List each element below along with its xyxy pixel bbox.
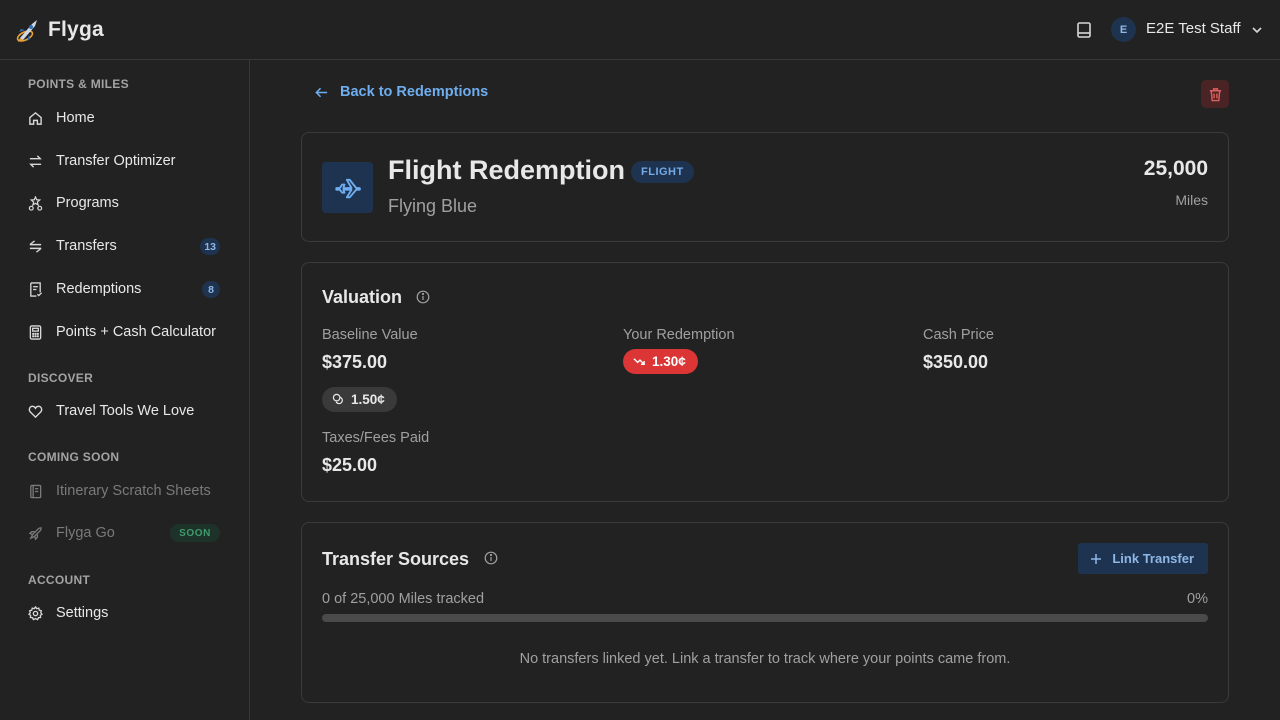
- coins-icon: [332, 393, 343, 405]
- sidebar-item-label: Home: [56, 110, 95, 126]
- baseline-value-label: Baseline Value: [322, 327, 418, 343]
- sidebar-item-label: Programs: [56, 195, 119, 211]
- transfer-sources-card: Transfer Sources Link Transfer 0 of 25,0…: [301, 522, 1229, 703]
- section-label-account: ACCOUNT: [28, 573, 91, 587]
- your-redemption-label: Your Redemption: [623, 327, 735, 343]
- receipt-icon: [30, 281, 43, 297]
- sidebar-item-label: Travel Tools We Love: [56, 403, 195, 419]
- redemption-title: Flight Redemption: [388, 155, 625, 185]
- heart-icon: [28, 405, 43, 418]
- book-icon[interactable]: [1075, 21, 1093, 39]
- plane-icon-box: [322, 162, 373, 213]
- section-label-discover: DISCOVER: [28, 371, 94, 385]
- sidebar-item-label: Redemptions: [56, 281, 142, 297]
- sidebar-item-home[interactable]: Home: [28, 103, 222, 133]
- sidebar-item-flyga-go: Flyga Go SOON: [28, 518, 222, 548]
- gear-icon: [28, 605, 43, 620]
- cash-price-label: Cash Price: [923, 327, 994, 343]
- trending-down-icon: [633, 358, 645, 365]
- notebook-icon: [30, 484, 42, 498]
- cash-price-value: $350.00: [923, 352, 989, 372]
- stars-icon: [28, 195, 43, 211]
- plus-icon: [1091, 553, 1102, 564]
- your-redemption-cpp: 1.30¢: [652, 354, 686, 369]
- sidebar-item-settings[interactable]: Settings: [28, 598, 222, 628]
- sidebar-item-travel-tools[interactable]: Travel Tools We Love: [28, 396, 222, 426]
- arrow-left-icon: [315, 87, 328, 97]
- baseline-value: $375.00: [322, 352, 388, 372]
- link-transfer-label: Link Transfer: [1112, 551, 1194, 566]
- sidebar-item-label: Flyga Go: [56, 525, 115, 541]
- top-bar: Flyga E E2E Test Staff: [0, 0, 1280, 60]
- baseline-cpp: 1.50¢: [351, 392, 385, 407]
- sidebar-item-label: Points + Cash Calculator: [56, 324, 216, 340]
- transfers-count-badge: 13: [200, 238, 220, 255]
- redemptions-count-badge: 8: [202, 281, 220, 298]
- calculator-icon: [29, 324, 42, 340]
- progress-bar: [322, 614, 1208, 622]
- baseline-cpp-pill: 1.50¢: [322, 387, 397, 412]
- taxes-fees-value: $25.00: [322, 455, 378, 475]
- link-transfer-button[interactable]: Link Transfer: [1078, 543, 1208, 574]
- home-icon: [29, 111, 42, 125]
- chevron-down-icon[interactable]: [1251, 24, 1263, 36]
- your-redemption-cpp-pill: 1.30¢: [623, 349, 698, 374]
- transfer-sources-heading: Transfer Sources: [322, 549, 470, 569]
- rocket-icon: [28, 526, 42, 540]
- sidebar-item-redemptions[interactable]: Redemptions 8: [28, 274, 222, 304]
- section-label-coming-soon: COMING SOON: [28, 450, 120, 464]
- info-icon[interactable]: [416, 290, 430, 304]
- empty-state-message: No transfers linked yet. Link a transfer…: [519, 651, 1011, 667]
- user-name[interactable]: E2E Test Staff: [1146, 20, 1241, 37]
- info-icon[interactable]: [484, 551, 498, 565]
- valuation-card: Valuation Baseline Value $375.00 1.50¢ Y…: [301, 262, 1229, 502]
- transfer-arrows-icon: [29, 239, 42, 253]
- sidebar-item-label: Settings: [56, 605, 109, 621]
- miles-unit: Miles: [1175, 192, 1208, 208]
- brand[interactable]: Flyga: [16, 16, 104, 44]
- app-name: Flyga: [48, 18, 104, 41]
- redemption-type-badge: FLIGHT: [631, 161, 694, 183]
- redemption-summary-card: Flight Redemption FLIGHT Flying Blue 25,…: [301, 132, 1229, 242]
- miles-amount: 25,000: [1143, 157, 1208, 180]
- sidebar-item-transfer-optimizer[interactable]: Transfer Optimizer: [28, 146, 222, 176]
- sidebar-item-label: Transfers: [56, 238, 117, 254]
- back-link-label: Back to Redemptions: [340, 84, 489, 100]
- valuation-heading: Valuation: [322, 287, 403, 307]
- avatar[interactable]: E: [1111, 17, 1136, 42]
- rocket-logo-icon: [16, 20, 37, 42]
- sidebar-item-itinerary-scratch-sheets: Itinerary Scratch Sheets: [28, 476, 222, 506]
- sidebar-item-label: Itinerary Scratch Sheets: [56, 483, 211, 499]
- soon-badge: SOON: [170, 524, 220, 542]
- swap-icon: [29, 154, 42, 168]
- progress-text: 0 of 25,000 Miles tracked: [322, 591, 485, 607]
- taxes-fees-label: Taxes/Fees Paid: [322, 430, 430, 446]
- plane-icon: [334, 178, 361, 198]
- sidebar-item-label: Transfer Optimizer: [56, 153, 176, 169]
- sidebar-item-programs[interactable]: Programs: [28, 188, 222, 218]
- trash-icon: [1209, 87, 1221, 101]
- back-to-redemptions-link[interactable]: Back to Redemptions: [314, 84, 488, 100]
- section-label-points-miles: POINTS & MILES: [28, 77, 129, 91]
- sidebar-item-transfers[interactable]: Transfers 13: [28, 231, 222, 261]
- program-name: Flying Blue: [388, 196, 478, 216]
- delete-button[interactable]: [1201, 80, 1229, 108]
- sidebar-item-points-cash-calculator[interactable]: Points + Cash Calculator: [28, 317, 222, 347]
- progress-percent: 0%: [1187, 591, 1208, 607]
- sidebar: POINTS & MILES Home Transfer Optimizer P…: [0, 60, 250, 720]
